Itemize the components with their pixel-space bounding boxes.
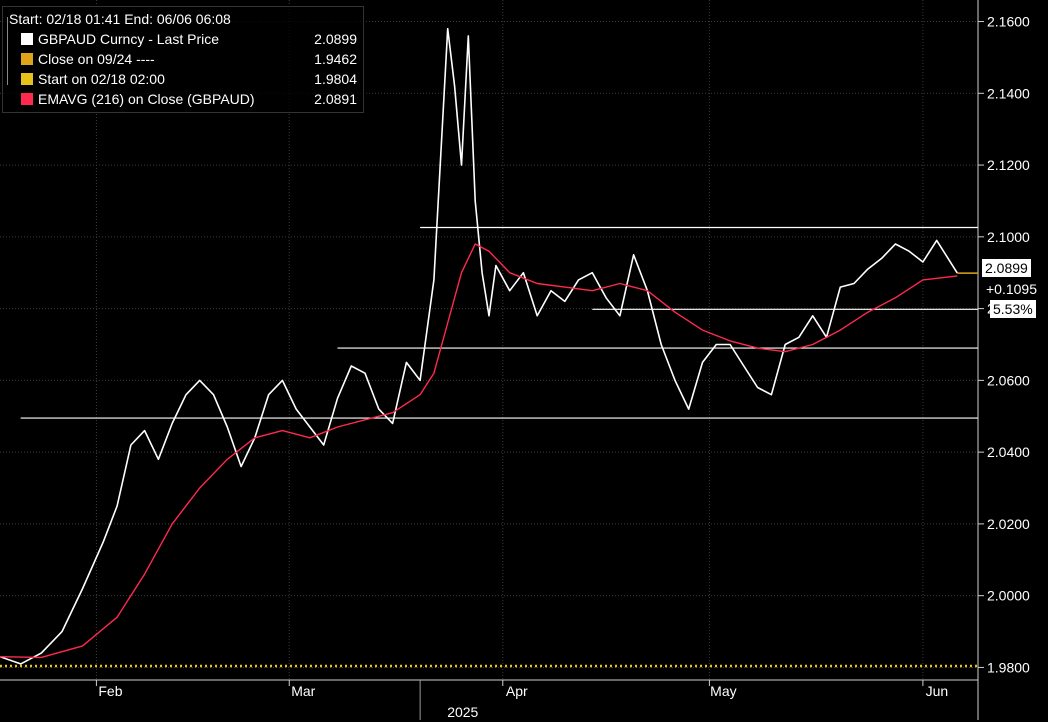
y-tick-label-2: 2.1200 (987, 157, 1030, 173)
x-tick-label-4: Jun (926, 683, 949, 699)
y-tick-label-7: 2.0200 (987, 516, 1030, 532)
legend-row-emavg[interactable]: EMAVG (216) on Close (GBPAUD) 2.0891 (9, 89, 357, 109)
legend-label-start: Start on 02/18 02:00 (38, 71, 165, 87)
y-tick-label-5: 2.0600 (987, 372, 1030, 388)
legend-value-emavg: 2.0891 (314, 91, 357, 107)
legend-row-last-price[interactable]: GBPAUD Curncy - Last Price 2.0899 (9, 29, 357, 49)
legend-header: Start: 02/18 01:41 End: 06/06 06:08 (9, 9, 357, 29)
legend-label-emavg: EMAVG (216) on Close (GBPAUD) (38, 91, 255, 107)
legend-row-start[interactable]: Start on 02/18 02:00 1.9804 (9, 69, 357, 89)
y-tick-label-3: 2.1000 (987, 229, 1030, 245)
legend-value-close: 1.9462 (314, 51, 357, 67)
x-tick-label-1: Mar (291, 683, 315, 699)
legend-swatch-emavg (21, 93, 33, 105)
legend-label-close: Close on 09/24 ---- (38, 51, 155, 67)
y-tick-label-6: 2.0400 (987, 444, 1030, 460)
chart-legend: Start: 02/18 01:41 End: 06/06 06:08 GBPA… (2, 6, 364, 113)
legend-swatch-start (21, 73, 33, 85)
x-tick-label-2: Apr (506, 683, 528, 699)
legend-value-last-price: 2.0899 (314, 31, 357, 47)
y-tick-label-1: 2.1400 (987, 85, 1030, 101)
legend-swatch-close (21, 53, 33, 65)
legend-label-last-price: GBPAUD Curncy - Last Price (38, 31, 220, 47)
last-price-flag: 2.0899 (982, 259, 1031, 277)
y-tick-label-0: 2.1600 (987, 14, 1030, 30)
chart-root: 2.16002.14002.12002.10002.08002.06002.04… (0, 0, 1048, 722)
change-flag: +0.1095 (986, 281, 1037, 297)
y-tick-label-9: 1.9800 (987, 659, 1030, 675)
legend-value-start: 1.9804 (314, 71, 357, 87)
change-pct-flag: 5.53% (990, 300, 1036, 318)
series-line-last-price (0, 27, 958, 665)
legend-tree-line (7, 17, 8, 85)
x-tick-label-0: Feb (98, 683, 122, 699)
legend-header-text: Start: 02/18 01:41 End: 06/06 06:08 (9, 11, 231, 27)
legend-swatch-last-price (21, 33, 33, 45)
x-year-label: 2025 (447, 704, 478, 720)
y-tick-label-8: 2.0000 (987, 588, 1030, 604)
x-tick-label-3: May (710, 683, 736, 699)
legend-row-close[interactable]: Close on 09/24 ---- 1.9462 (9, 49, 357, 69)
